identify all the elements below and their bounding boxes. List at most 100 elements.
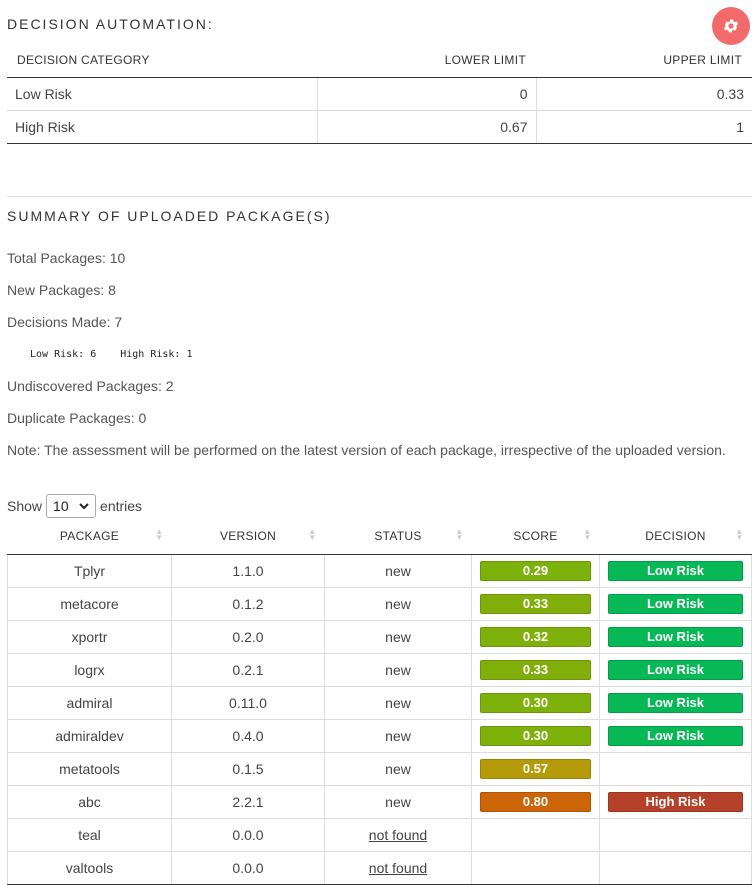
table-row: admiral 0.11.0 new 0.30 Low Risk	[7, 686, 752, 720]
package-cell: admiral	[7, 686, 172, 720]
decisions-made: Decisions Made: 7	[7, 314, 123, 330]
score-cell: 0.30	[471, 719, 600, 753]
sort-icon: ▲ ▼	[308, 527, 317, 542]
status-cell: not found	[324, 851, 472, 885]
col-decision-label: DECISION	[645, 529, 706, 543]
score-cell	[471, 818, 600, 852]
new-packages: New Packages: 8	[7, 282, 116, 298]
entries-label: entries	[100, 498, 143, 514]
status-cell: new	[324, 587, 472, 621]
col-package[interactable]: PACKAGE ▲ ▼	[7, 518, 172, 555]
lower-limit-cell: 0	[316, 77, 537, 111]
decision-cell: Low Risk	[599, 653, 752, 687]
col-decision[interactable]: DECISION ▲ ▼	[599, 518, 752, 555]
table-row: High Risk 0.67 1	[7, 110, 752, 144]
decision-cell	[599, 818, 752, 852]
table-row: Low Risk 0 0.33	[7, 77, 752, 111]
version-cell: 0.2.1	[171, 653, 325, 687]
page-size-value: 10	[53, 498, 69, 514]
version-cell: 0.0.0	[171, 851, 325, 885]
score-badge: 0.29	[480, 561, 591, 581]
lower-limit-cell: 0.67	[316, 110, 537, 144]
score-cell: 0.57	[471, 752, 600, 786]
package-cell: Tplyr	[7, 554, 172, 588]
undiscovered-packages: Undiscovered Packages: 2	[7, 378, 174, 394]
decision-cell: Low Risk	[599, 587, 752, 621]
col-score-label: SCORE	[513, 529, 558, 543]
not-found-link[interactable]: not found	[369, 827, 427, 843]
not-found-link[interactable]: not found	[369, 860, 427, 876]
version-cell: 0.0.0	[171, 818, 325, 852]
col-upper-limit: UPPER LIMIT	[536, 43, 752, 78]
sort-icon: ▲ ▼	[583, 527, 592, 542]
table-row: abc 2.2.1 new 0.80 High Risk	[7, 785, 752, 819]
score-badge: 0.30	[480, 726, 591, 746]
status-cell: not found	[324, 818, 472, 852]
decision-cell	[599, 851, 752, 885]
col-version-label: VERSION	[219, 529, 277, 543]
col-score[interactable]: SCORE ▲ ▼	[471, 518, 600, 555]
status-cell: new	[324, 620, 472, 654]
decision-cell	[599, 752, 752, 786]
version-cell: 0.2.0	[171, 620, 325, 654]
status-cell: new	[324, 554, 472, 588]
sort-icon: ▲ ▼	[455, 527, 464, 542]
version-cell: 1.1.0	[171, 554, 325, 588]
summary-title: SUMMARY OF UPLOADED PACKAGE(S)	[7, 208, 332, 224]
decision-badge: High Risk	[608, 792, 743, 812]
version-cell: 0.1.5	[171, 752, 325, 786]
decision-badge: Low Risk	[608, 693, 743, 713]
chevron-down-icon	[79, 503, 89, 510]
score-cell: 0.30	[471, 686, 600, 720]
package-cell: teal	[7, 818, 172, 852]
status-cell: new	[324, 653, 472, 687]
package-cell: metacore	[7, 587, 172, 621]
page-size-select[interactable]: 10	[46, 494, 97, 518]
table-row: metatools 0.1.5 new 0.57	[7, 752, 752, 786]
score-cell: 0.80	[471, 785, 600, 819]
settings-button[interactable]	[712, 7, 750, 45]
version-cell: 0.1.2	[171, 587, 325, 621]
risk-counts: Low Risk: 6 High Risk: 1	[30, 349, 216, 360]
decision-cell: Low Risk	[599, 554, 752, 588]
score-badge: 0.32	[480, 627, 591, 647]
score-cell	[471, 851, 600, 885]
table-row: metacore 0.1.2 new 0.33 Low Risk	[7, 587, 752, 621]
col-status-label: STATUS	[374, 529, 422, 543]
col-status[interactable]: STATUS ▲ ▼	[324, 518, 472, 555]
gear-icon	[723, 19, 739, 33]
decision-badge: Low Risk	[608, 627, 743, 647]
package-cell: logrx	[7, 653, 172, 687]
score-cell: 0.32	[471, 620, 600, 654]
decision-badge: Low Risk	[608, 726, 743, 746]
score-badge: 0.57	[480, 759, 591, 779]
table-row: teal 0.0.0 not found	[7, 818, 752, 852]
table-row: Tplyr 1.1.0 new 0.29 Low Risk	[7, 554, 752, 588]
col-package-label: PACKAGE	[59, 529, 120, 543]
status-cell: new	[324, 785, 472, 819]
table-row: logrx 0.2.1 new 0.33 Low Risk	[7, 653, 752, 687]
page-length-control: Show 10 entries	[7, 494, 142, 518]
status-cell: new	[324, 719, 472, 753]
score-badge: 0.30	[480, 693, 591, 713]
package-cell: metatools	[7, 752, 172, 786]
total-packages: Total Packages: 10	[7, 250, 126, 266]
score-cell: 0.33	[471, 653, 600, 687]
package-cell: xportr	[7, 620, 172, 654]
assessment-note: Note: The assessment will be performed o…	[7, 442, 726, 458]
status-cell: new	[324, 686, 472, 720]
decision-limits-table: DECISION CATEGORY LOWER LIMIT UPPER LIMI…	[7, 43, 752, 144]
packages-table: PACKAGE ▲ ▼ VERSION ▲ ▼ STATUS ▲ ▼ SCORE ▲ ▼ DEC…	[7, 518, 752, 885]
col-version[interactable]: VERSION ▲ ▼	[171, 518, 325, 555]
decision-automation-title: DECISION AUTOMATION:	[7, 16, 214, 32]
col-lower-limit: LOWER LIMIT	[317, 43, 536, 78]
version-cell: 0.4.0	[171, 719, 325, 753]
table-row: xportr 0.2.0 new 0.32 Low Risk	[7, 620, 752, 654]
package-cell: admiraldev	[7, 719, 172, 753]
status-cell: new	[324, 752, 472, 786]
package-cell: valtools	[7, 851, 172, 885]
col-decision-category: DECISION CATEGORY	[7, 43, 317, 78]
category-cell: Low Risk	[7, 77, 318, 111]
decision-badge: Low Risk	[608, 594, 743, 614]
upper-limit-cell: 0.33	[535, 77, 752, 111]
